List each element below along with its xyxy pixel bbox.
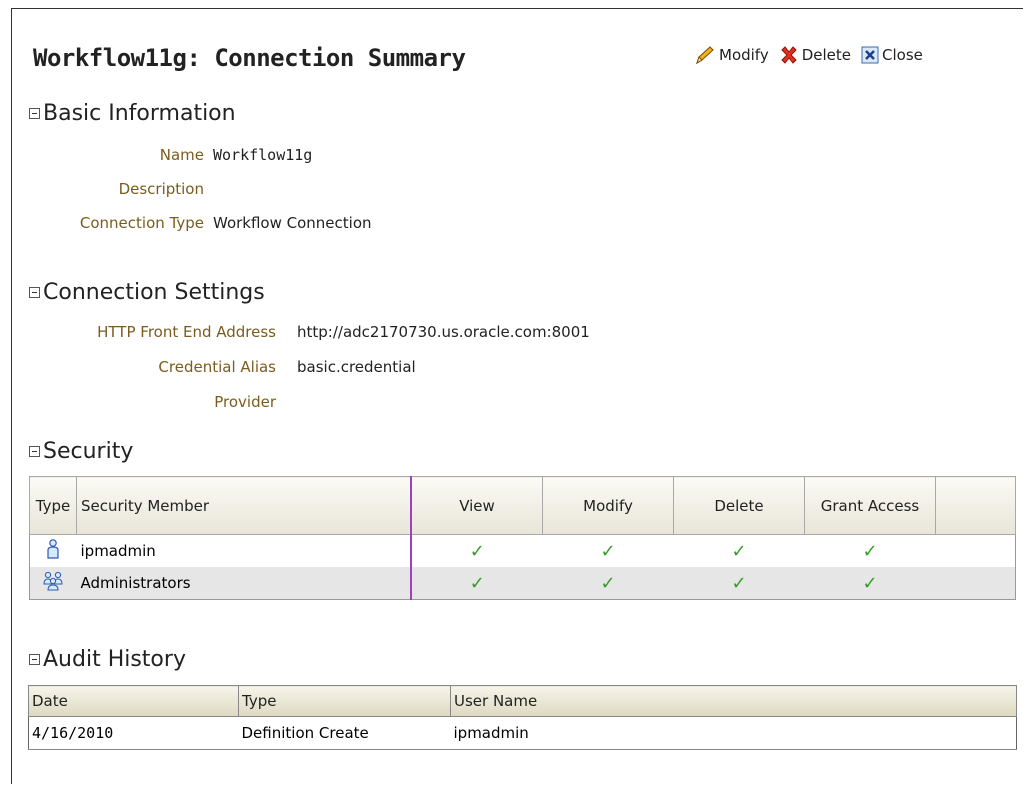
table-row[interactable]: ipmadmin ✓ ✓ ✓ ✓: [30, 534, 1016, 568]
modify-check-icon: ✓: [600, 540, 616, 562]
close-button[interactable]: Close: [861, 46, 923, 64]
section-heading: Security: [43, 439, 134, 464]
column-header[interactable]: Type: [238, 685, 451, 717]
column-header[interactable]: Security Member: [76, 476, 412, 535]
column-header[interactable]: Type: [29, 476, 77, 535]
section-security[interactable]: Security: [29, 439, 133, 464]
modify-button[interactable]: Modify: [694, 45, 769, 65]
type-cell: Definition Create: [238, 716, 451, 750]
audit-table: Date Type User Name 4/16/2010 Definition…: [28, 685, 1017, 750]
collapse-icon[interactable]: [29, 108, 40, 119]
group-icon: [43, 571, 63, 591]
column-header[interactable]: Date: [28, 685, 239, 717]
view-check-icon: ✓: [411, 567, 543, 600]
connection-type-value: Workflow Connection: [213, 214, 372, 232]
view-check-icon: ✓: [469, 540, 485, 562]
column-header[interactable]: Delete: [673, 476, 805, 535]
user-cell: ipmadmin: [450, 716, 1017, 750]
section-heading: Audit History: [43, 647, 186, 672]
column-header[interactable]: User Name: [450, 685, 1017, 717]
modify-check-icon: ✓: [542, 567, 674, 600]
close-icon: [861, 46, 879, 64]
column-header[interactable]: Grant Access: [804, 476, 936, 535]
table-row[interactable]: 4/16/2010 Definition Create ipmadmin: [28, 716, 1017, 750]
table-header-row: Date Type User Name: [28, 685, 1017, 717]
description-label: Description: [118, 180, 204, 198]
collapse-icon[interactable]: [29, 287, 40, 298]
delete-check-icon: ✓: [731, 540, 747, 562]
modify-label: Modify: [719, 46, 769, 64]
member-cell: Administrators: [76, 567, 412, 600]
delete-label: Delete: [801, 46, 851, 64]
credential-alias-value: basic.credential: [297, 358, 416, 376]
section-audit-history[interactable]: Audit History: [29, 647, 186, 672]
http-address-label: HTTP Front End Address: [97, 323, 276, 341]
toolbar: Modify Delete Close: [694, 45, 933, 65]
type-cell: [29, 567, 77, 600]
filler-cell: [935, 567, 1016, 600]
type-cell: [30, 535, 77, 568]
provider-label: Provider: [214, 393, 276, 411]
section-basic-information[interactable]: Basic Information: [29, 101, 236, 126]
column-header-filler: [935, 476, 1016, 535]
name-value: Workflow11g: [213, 146, 313, 164]
date-cell: 4/16/2010: [28, 716, 239, 750]
section-heading: Connection Settings: [43, 280, 265, 305]
filler-cell: [936, 535, 1016, 568]
section-connection-settings[interactable]: Connection Settings: [29, 280, 265, 305]
collapse-icon[interactable]: [29, 654, 40, 665]
delete-check-icon: ✓: [673, 567, 805, 600]
grant-check-icon: ✓: [862, 540, 878, 562]
column-header[interactable]: Modify: [542, 476, 674, 535]
page-title: Workflow11g: Connection Summary: [33, 44, 466, 72]
grant-check-icon: ✓: [804, 567, 936, 600]
section-heading: Basic Information: [43, 101, 236, 126]
table-header-row: Type Security Member View Modify Delete …: [29, 476, 1016, 535]
close-label: Close: [882, 46, 923, 64]
member-cell: ipmadmin: [76, 534, 412, 567]
security-table: Type Security Member View Modify Delete …: [29, 476, 1016, 600]
connection-type-label: Connection Type: [79, 214, 204, 232]
http-address-value: http://adc2170730.us.oracle.com:8001: [297, 323, 590, 341]
column-header[interactable]: View: [410, 476, 543, 535]
pencil-icon: [696, 46, 714, 65]
delete-button[interactable]: Delete: [779, 45, 851, 65]
credential-alias-label: Credential Alias: [158, 358, 276, 376]
table-row[interactable]: Administrators ✓ ✓ ✓ ✓: [29, 567, 1016, 600]
user-icon: [47, 539, 59, 559]
name-label: Name: [159, 146, 204, 164]
delete-x-icon: [780, 46, 797, 64]
collapse-icon[interactable]: [29, 446, 40, 457]
